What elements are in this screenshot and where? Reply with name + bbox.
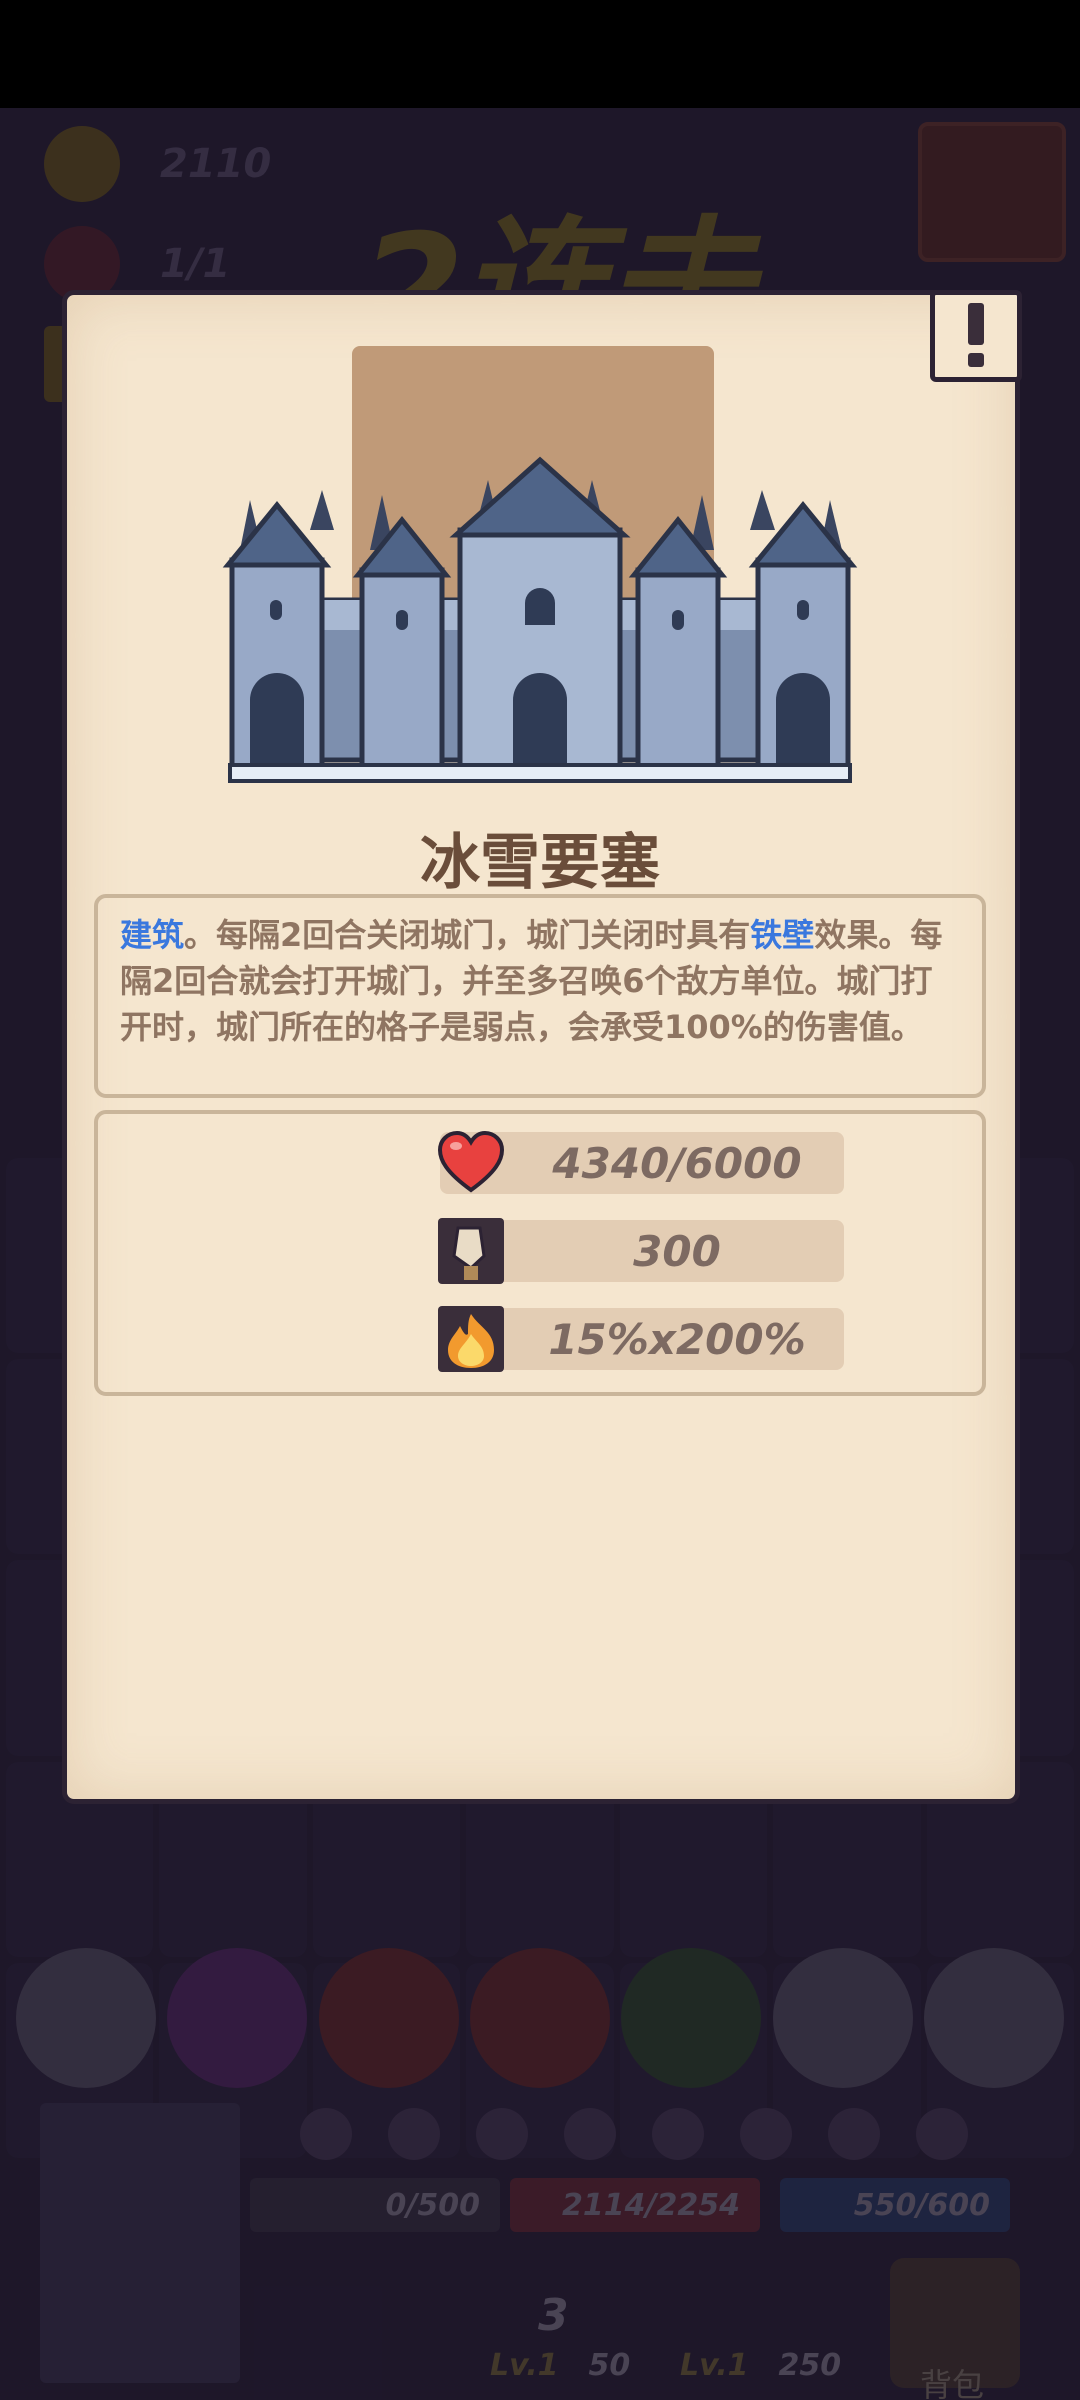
horn-icon[interactable] xyxy=(388,2108,440,2160)
description-panel: 建筑。每隔2回合关闭城门，城门关闭时具有铁壁效果。每隔2回合就会打开城门，并至多… xyxy=(94,894,986,1098)
upgrade-right[interactable]: Lv.1 250 xyxy=(680,2348,841,2383)
upgrade-right-level: Lv.1 xyxy=(680,2348,749,2383)
upgrade-left-cost: 50 xyxy=(588,2348,631,2383)
item-strip xyxy=(300,2108,968,2160)
gold-value: 2110 xyxy=(160,141,272,187)
hp-stat: 4340/6000 xyxy=(437,1130,844,1194)
card-icon[interactable] xyxy=(740,2108,792,2160)
mana-bar: 550/600 xyxy=(780,2178,1010,2232)
exclamation-icon xyxy=(968,303,984,367)
upgrade-left-level: Lv.1 xyxy=(490,2348,559,2383)
attack-value: 300 xyxy=(633,1226,721,1276)
scroll-icon[interactable] xyxy=(476,2108,528,2160)
unit-row xyxy=(16,1948,1064,2098)
menu-chest-button[interactable] xyxy=(918,122,1066,262)
shield-bar: 0/500 xyxy=(250,2178,500,2232)
hp-bar: 2114/2254 xyxy=(510,2178,760,2232)
description-part1: 。每隔2回合关闭城门，城门关闭时具有 xyxy=(184,916,751,954)
attack-stat: 300 xyxy=(438,1218,844,1284)
demon-unit[interactable] xyxy=(469,1948,610,2088)
knight-unit[interactable] xyxy=(772,1948,913,2088)
stats-panel: 4340/6000 300 15%x200% xyxy=(94,1110,986,1396)
keyword-iron-wall[interactable]: 铁壁 xyxy=(750,916,814,954)
potion-icon[interactable] xyxy=(300,2108,352,2160)
hero-portrait[interactable] xyxy=(40,2103,240,2383)
crit-value: 15%x200% xyxy=(548,1314,806,1364)
sword-icon xyxy=(438,1218,504,1284)
upgrade-right-cost: 250 xyxy=(778,2348,842,2383)
mage-unit[interactable] xyxy=(167,1948,308,2088)
owl-unit[interactable] xyxy=(621,1948,762,2088)
upgrade-left[interactable]: Lv.1 50 xyxy=(490,2348,630,2383)
heart-icon xyxy=(437,1130,505,1193)
bag-label: 背包 xyxy=(920,2366,985,2400)
gold-stat: 2110 xyxy=(44,126,271,202)
unit-title: 冰雪要塞 xyxy=(420,828,660,898)
enemy-count: 1/1 xyxy=(160,241,231,287)
description-text: 建筑。每隔2回合关闭城门，城门关闭时具有铁壁效果。每隔2回合就会打开城门，并至多… xyxy=(120,912,960,1050)
alert-button[interactable] xyxy=(930,290,1022,382)
orb-icon[interactable] xyxy=(828,2108,880,2160)
plant-icon[interactable] xyxy=(652,2108,704,2160)
crit-stat: 15%x200% xyxy=(438,1306,844,1372)
knight-unit[interactable] xyxy=(16,1948,156,2088)
keyword-building[interactable]: 建筑 xyxy=(120,916,184,954)
turn-count: 3 xyxy=(538,2290,569,2341)
demon-unit[interactable] xyxy=(318,1948,459,2088)
demon-mask-icon[interactable] xyxy=(564,2108,616,2160)
knight-unit[interactable] xyxy=(923,1948,1064,2088)
fire-icon xyxy=(438,1306,504,1372)
amulet-icon[interactable] xyxy=(916,2108,968,2160)
hp-value: 4340/6000 xyxy=(552,1138,802,1188)
coin-icon xyxy=(44,126,120,202)
ice-fortress-image xyxy=(222,456,858,783)
